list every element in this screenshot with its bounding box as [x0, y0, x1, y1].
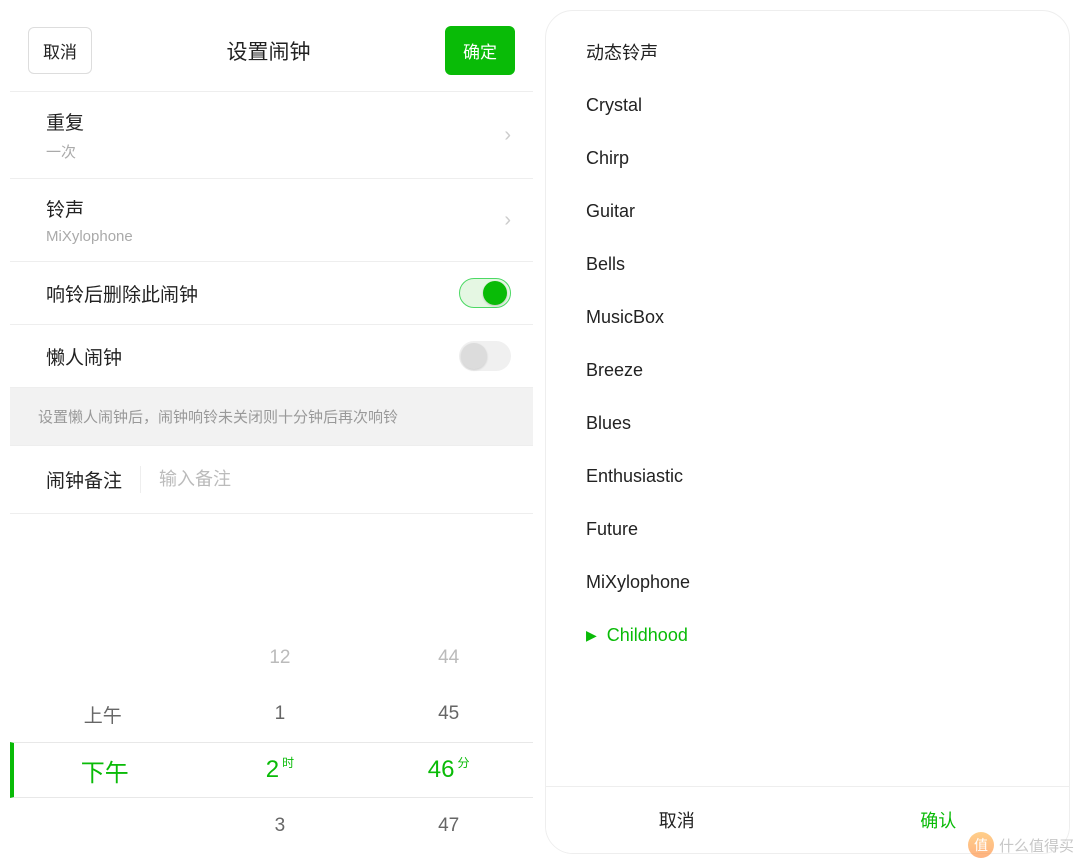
hour-prev2: 12 [196, 630, 365, 686]
ringtone-name: Bells [586, 254, 625, 275]
hour-next: 3 [196, 798, 365, 854]
chevron-right-icon: › [504, 124, 511, 147]
lazy-alarm-hint: 设置懒人闹钟后，闹钟响铃未关闭则十分钟后再次响铃 [10, 387, 533, 446]
chevron-right-icon: › [504, 209, 511, 232]
confirm-button[interactable]: 确定 [445, 26, 515, 75]
lazy-alarm-row: 懒人闹钟 [10, 324, 533, 387]
ringtone-cancel-button[interactable]: 取消 [546, 787, 808, 853]
spacer [10, 514, 533, 630]
ringtone-picker-panel: 动态铃声 Crystal Chirp Guitar Bells MusicBox Bree… [545, 10, 1070, 854]
ampm-prev: 上午 [10, 686, 196, 742]
alarm-note-row: 闹钟备注 [10, 446, 533, 514]
ringtone-item[interactable]: Breeze [546, 344, 1069, 397]
hour-column[interactable]: 12 1 2时 3 [196, 630, 365, 854]
ringtone-item[interactable]: Guitar [546, 185, 1069, 238]
ringtone-name: Enthusiastic [586, 466, 683, 487]
ringtone-item[interactable]: Bells [546, 238, 1069, 291]
ringtone-label: 铃声 [46, 195, 133, 222]
delete-after-ring-label: 响铃后删除此闹钟 [46, 280, 198, 307]
ringtone-list[interactable]: Crystal Chirp Guitar Bells MusicBox Breeze Blu… [546, 79, 1069, 786]
play-icon: ▶ [586, 627, 597, 644]
ringtone-item[interactable]: MiXylophone [546, 556, 1069, 609]
hour-selected: 2时 [196, 742, 365, 798]
ringtone-name: Breeze [586, 360, 643, 381]
ringtone-row[interactable]: 铃声 MiXylophone › [10, 178, 533, 261]
ampm-selected: 下午 [10, 742, 196, 798]
repeat-value: 一次 [46, 141, 84, 162]
page-title: 设置闹钟 [227, 36, 311, 66]
repeat-label: 重复 [46, 108, 84, 135]
lazy-alarm-toggle[interactable] [459, 341, 511, 371]
hour-prev: 1 [196, 686, 365, 742]
minute-selected: 46分 [364, 742, 533, 798]
watermark-text: 什么值得买 [999, 835, 1074, 856]
ringtone-item[interactable]: Enthusiastic [546, 450, 1069, 503]
ringtone-name: Chirp [586, 148, 629, 169]
ringtone-name: Guitar [586, 201, 635, 222]
minute-prev: 45 [364, 686, 533, 742]
ringtone-value: MiXylophone [46, 228, 133, 245]
alarm-settings-panel: 取消 设置闹钟 确定 重复 一次 › 铃声 MiXylophone › 响铃后删… [10, 10, 533, 854]
ringtone-name: Blues [586, 413, 631, 434]
ringtone-item[interactable]: Blues [546, 397, 1069, 450]
ringtone-name: Future [586, 519, 638, 540]
ampm-column[interactable]: 上午 下午 [10, 630, 196, 854]
alarm-note-label: 闹钟备注 [46, 466, 141, 493]
minute-column[interactable]: 44 45 46分 47 [364, 630, 533, 854]
ringtone-name: MusicBox [586, 307, 664, 328]
ringtone-name: Childhood [607, 625, 688, 646]
ringtone-item[interactable]: ▶ Childhood [546, 609, 1069, 662]
ringtone-name: MiXylophone [586, 572, 690, 593]
header: 取消 设置闹钟 确定 [10, 10, 533, 91]
time-picker[interactable]: 上午 下午 12 1 2时 3 44 45 46分 47 [10, 630, 533, 854]
repeat-row[interactable]: 重复 一次 › [10, 91, 533, 178]
watermark-badge-icon: 值 [968, 832, 994, 858]
delete-after-ring-toggle[interactable] [459, 278, 511, 308]
minute-next: 47 [364, 798, 533, 854]
watermark: 值 什么值得买 [968, 832, 1074, 858]
alarm-note-input[interactable] [141, 469, 505, 490]
ringtone-category-title: 动态铃声 [546, 11, 1069, 79]
minute-prev2: 44 [364, 630, 533, 686]
delete-after-ring-row: 响铃后删除此闹钟 [10, 261, 533, 324]
ringtone-item[interactable]: Crystal [546, 79, 1069, 132]
lazy-alarm-label: 懒人闹钟 [46, 343, 122, 370]
ringtone-item[interactable]: Future [546, 503, 1069, 556]
ringtone-item[interactable]: MusicBox [546, 291, 1069, 344]
cancel-button[interactable]: 取消 [28, 27, 92, 74]
ringtone-name: Crystal [586, 95, 642, 116]
ringtone-item[interactable]: Chirp [546, 132, 1069, 185]
